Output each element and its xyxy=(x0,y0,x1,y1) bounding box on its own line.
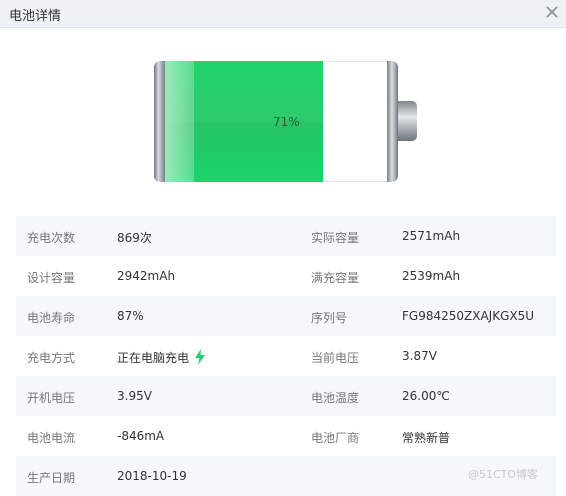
detail-value: 869次 xyxy=(117,231,152,245)
detail-label: 电池寿命 xyxy=(27,311,76,325)
detail-value: 26.00℃ xyxy=(402,389,450,403)
battery-terminal xyxy=(398,101,417,141)
battery-body: 71% xyxy=(154,61,398,182)
lightning-bolt-icon xyxy=(195,349,206,365)
detail-value: 2539mAh xyxy=(402,269,461,283)
detail-row: 设计容量 2942mAh 满充容量 2539mAh xyxy=(16,256,556,296)
detail-label: 充电方式 xyxy=(27,351,76,365)
detail-label: 电池电流 xyxy=(27,431,76,445)
detail-value: 3.95V xyxy=(117,389,152,403)
detail-row: 充电次数 869次 实际容量 2571mAh xyxy=(16,216,556,256)
detail-row: 电池电流 -846mA 电池厂商 常熟新普 xyxy=(16,416,556,456)
detail-value: 3.87V xyxy=(402,349,437,363)
detail-row: 电池寿命 87% 序列号 FG984250ZXAJKGX5U xyxy=(16,296,556,336)
battery-graphic: 71% xyxy=(154,61,417,182)
detail-value: 2018-10-19 xyxy=(117,469,187,483)
battery-cap-left xyxy=(154,61,165,182)
detail-value: 2571mAh xyxy=(402,229,461,243)
detail-label: 电池厂商 xyxy=(311,431,360,445)
detail-label: 实际容量 xyxy=(311,231,360,245)
battery-cap-right xyxy=(387,61,398,182)
charging-mode-text: 正在电脑充电 xyxy=(117,351,190,365)
detail-label: 当前电压 xyxy=(311,351,360,365)
battery-details-table: 充电次数 869次 实际容量 2571mAh 设计容量 2942mAh 满充容量… xyxy=(16,216,556,496)
detail-label: 生产日期 xyxy=(27,471,76,485)
detail-label: 充电次数 xyxy=(27,231,76,245)
close-icon xyxy=(546,6,558,18)
detail-value-charging: 正在电脑充电 xyxy=(117,349,206,366)
battery-fill-highlight xyxy=(165,61,194,182)
detail-value: 常熟新普 xyxy=(402,431,451,445)
detail-value: 2942mAh xyxy=(117,269,176,283)
detail-row: 开机电压 3.95V 电池温度 26.00℃ xyxy=(16,376,556,416)
detail-label: 设计容量 xyxy=(27,271,76,285)
detail-label: 电池温度 xyxy=(311,391,360,405)
close-button[interactable] xyxy=(541,1,563,23)
window-title: 电池详情 xyxy=(9,9,62,24)
detail-label: 满充容量 xyxy=(311,271,360,285)
detail-value: -846mA xyxy=(117,429,165,443)
detail-label: 序列号 xyxy=(311,311,348,325)
watermark-text: @51CTO博客 xyxy=(468,468,539,481)
detail-row: 充电方式 正在电脑充电 当前电压 3.87V xyxy=(16,336,556,376)
detail-value: FG984250ZXAJKGX5U xyxy=(402,309,535,323)
title-bar: 电池详情 xyxy=(0,0,566,28)
battery-percent: 71% xyxy=(273,115,300,129)
detail-label: 开机电压 xyxy=(27,391,76,405)
detail-value: 87% xyxy=(117,309,144,323)
